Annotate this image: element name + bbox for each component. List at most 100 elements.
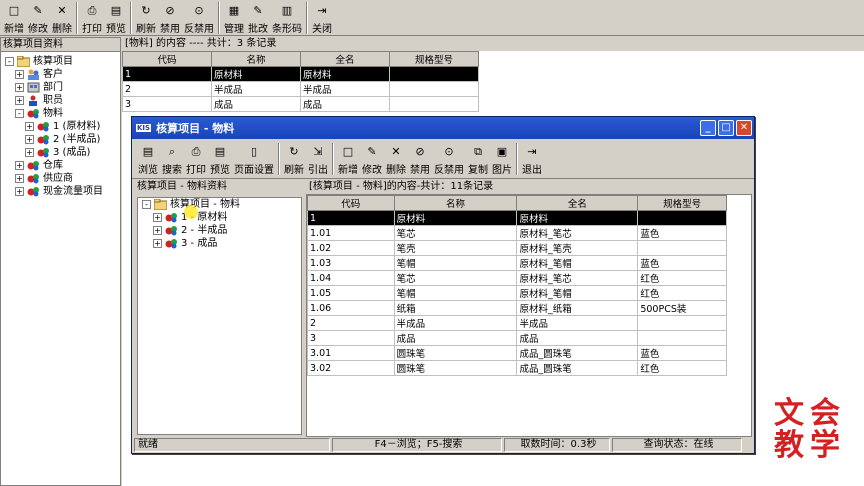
expand-toggle-icon[interactable]: +: [153, 239, 162, 248]
batch-edit-button[interactable]: ✎ 批改: [246, 2, 270, 35]
search-button[interactable]: ⌕ 搜索: [160, 143, 184, 176]
barcode-button[interactable]: ▥ 条形码: [270, 2, 304, 35]
expand-toggle-icon[interactable]: +: [15, 187, 24, 196]
expand-toggle-icon[interactable]: +: [25, 135, 34, 144]
table-row[interactable]: 1.06 纸箱 原材料_纸箱 500PCS装: [307, 300, 727, 316]
close-window-button[interactable]: ✕: [736, 120, 752, 136]
column-header[interactable]: 全名: [516, 195, 639, 211]
refresh-button[interactable]: ↻ 刷新: [282, 143, 306, 176]
refresh-label: 刷新: [284, 165, 304, 176]
tree-item[interactable]: + 客户: [1, 68, 120, 81]
table-cell: 3.02: [307, 360, 395, 376]
new-button[interactable]: □ 新增: [2, 2, 26, 35]
expand-toggle-icon[interactable]: +: [25, 148, 34, 157]
new-button[interactable]: □ 新增: [336, 143, 360, 176]
table-row[interactable]: 1.02 笔壳 原材料_笔壳: [307, 240, 727, 256]
expand-toggle-icon[interactable]: +: [25, 122, 34, 131]
balls-icon: [27, 186, 40, 197]
delete-button[interactable]: ✕ 删除: [384, 143, 408, 176]
table-row[interactable]: 1.01 笔芯 原材料_笔芯 蓝色: [307, 225, 727, 241]
table-row[interactable]: 1 原材料 原材料: [307, 210, 727, 226]
tree-item[interactable]: +2 (半成品): [1, 133, 120, 146]
page-setup-button[interactable]: ▯ 页面设置: [232, 143, 276, 176]
expand-toggle-icon[interactable]: -: [5, 57, 14, 66]
tree-item[interactable]: + 现金流量项目: [1, 185, 120, 198]
expand-toggle-icon[interactable]: +: [15, 161, 24, 170]
undisable-button[interactable]: ⊙ 反禁用: [182, 2, 216, 35]
import-button[interactable]: ⇲ 引出: [306, 143, 330, 176]
tree-item[interactable]: - 核算项目: [1, 55, 120, 68]
preview-button[interactable]: ▤ 预览: [208, 143, 232, 176]
left-tree-panel: 核算项目资料 - 核算项目 + 客户 + 部门 + 职员 - 物料 +1 (原材料) +2 (半成品)…: [0, 37, 121, 486]
table-row[interactable]: 1.05 笔帽 原材料_笔帽 红色: [307, 285, 727, 301]
picture-label: 图片: [492, 165, 512, 176]
tree-item[interactable]: + 职员: [1, 94, 120, 107]
disable-label: 禁用: [410, 165, 430, 176]
window-title-bar[interactable]: KIS 核算项目 - 物料 _ □ ✕: [132, 117, 754, 139]
tree-item[interactable]: + 仓库: [1, 159, 120, 172]
table-cell: 半成品: [516, 315, 639, 331]
table-row[interactable]: 2 半成品 半成品: [307, 315, 727, 331]
column-header[interactable]: 代码: [307, 195, 395, 211]
picture-button[interactable]: ▣ 图片: [490, 143, 514, 176]
table-row[interactable]: 3 成品 成品: [307, 330, 727, 346]
column-header[interactable]: 规格型号: [389, 51, 479, 67]
tree-item[interactable]: + 供应商: [1, 172, 120, 185]
close-button[interactable]: ⇥ 关闭: [310, 2, 334, 35]
table-cell: 1.02: [307, 240, 395, 256]
print-button[interactable]: ⎙ 打印: [184, 143, 208, 176]
undisable-button[interactable]: ⊙ 反禁用: [432, 143, 466, 176]
delete-button[interactable]: ✕ 删除: [50, 2, 74, 35]
maximize-button[interactable]: □: [718, 120, 734, 136]
browse-button[interactable]: ▤ 浏览: [136, 143, 160, 176]
table-row[interactable]: 2 半成品 半成品: [122, 81, 479, 97]
new-icon: □: [342, 145, 354, 158]
disable-button[interactable]: ⊘ 禁用: [408, 143, 432, 176]
edit-button[interactable]: ✎ 修改: [360, 143, 384, 176]
exit-button[interactable]: ⇥ 退出: [520, 143, 544, 176]
column-header[interactable]: 规格型号: [637, 195, 727, 211]
table-row[interactable]: 3 成品 成品: [122, 96, 479, 112]
table-cell: 蓝色: [637, 255, 727, 271]
tree-item[interactable]: +3 - 成品: [138, 237, 301, 250]
watermark-line2: 教学: [774, 428, 846, 463]
expand-toggle-icon[interactable]: +: [15, 174, 24, 183]
table-cell: [389, 81, 479, 97]
print-button[interactable]: ⎙ 打印: [80, 2, 104, 35]
expand-toggle-icon[interactable]: -: [142, 200, 151, 209]
column-header[interactable]: 代码: [122, 51, 212, 67]
table-row[interactable]: 3.02 圆珠笔 成品_圆珠笔 红色: [307, 360, 727, 376]
refresh-button[interactable]: ↻ 刷新: [134, 2, 158, 35]
copy-button[interactable]: ⧉ 复制: [466, 143, 490, 176]
disable-button[interactable]: ⊘ 禁用: [158, 2, 182, 35]
tree-item[interactable]: - 物料: [1, 107, 120, 120]
table-row[interactable]: 1.03 笔帽 原材料_笔帽 蓝色: [307, 255, 727, 271]
expand-toggle-icon[interactable]: -: [15, 109, 24, 118]
folder-icon: [17, 56, 30, 67]
tree-item[interactable]: +1 (原材料): [1, 120, 120, 133]
column-header[interactable]: 全名: [300, 51, 390, 67]
expand-toggle-icon[interactable]: +: [153, 226, 162, 235]
table-cell: 原材料_笔帽: [516, 255, 639, 271]
expand-toggle-icon[interactable]: +: [15, 70, 24, 79]
left-tree: - 核算项目 + 客户 + 部门 + 职员 - 物料 +1 (原材料) +2 (半成品) +3 (成品)…: [1, 52, 120, 198]
table-row[interactable]: 1 原材料 原材料: [122, 66, 479, 82]
batch-edit-label: 批改: [248, 24, 268, 35]
column-header[interactable]: 名称: [393, 195, 518, 211]
expand-toggle-icon[interactable]: +: [15, 96, 24, 105]
expand-toggle-icon[interactable]: +: [153, 213, 162, 222]
tree-item[interactable]: +2 - 半成品: [138, 224, 301, 237]
minimize-button[interactable]: _: [700, 120, 716, 136]
tree-item[interactable]: - 核算项目 - 物料: [138, 198, 301, 211]
manage-button[interactable]: ▦ 管理: [222, 2, 246, 35]
disable-icon: ⊘: [415, 145, 425, 158]
expand-toggle-icon[interactable]: +: [15, 83, 24, 92]
tree-item[interactable]: + 部门: [1, 81, 120, 94]
tree-item[interactable]: +1 - 原材料: [138, 211, 301, 224]
column-header[interactable]: 名称: [211, 51, 301, 67]
table-row[interactable]: 1.04 笔芯 原材料_笔芯 红色: [307, 270, 727, 286]
edit-button[interactable]: ✎ 修改: [26, 2, 50, 35]
tree-item[interactable]: +3 (成品): [1, 146, 120, 159]
table-row[interactable]: 3.01 圆珠笔 成品_圆珠笔 蓝色: [307, 345, 727, 361]
preview-button[interactable]: ▤ 预览: [104, 2, 128, 35]
